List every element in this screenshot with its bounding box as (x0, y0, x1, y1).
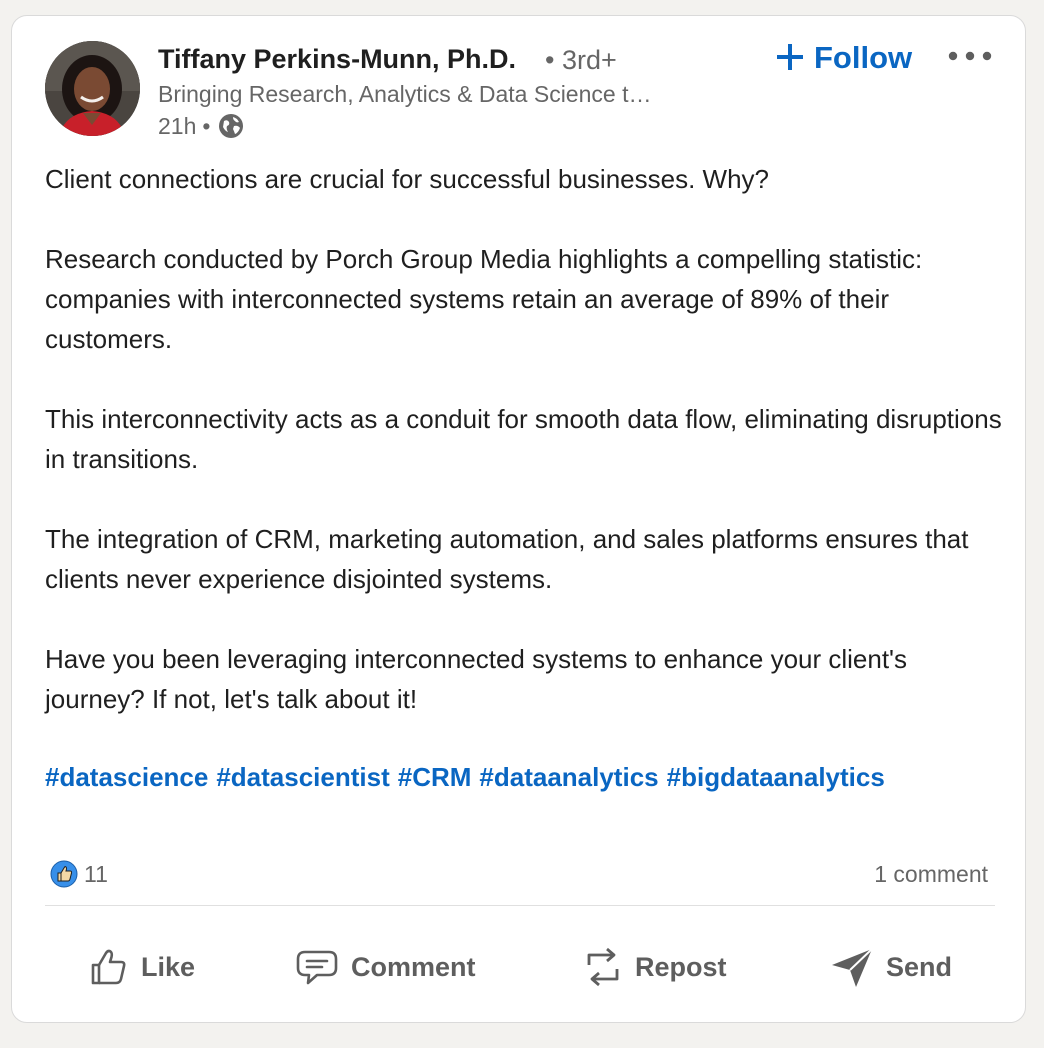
like-button[interactable]: Like (89, 943, 195, 991)
author-name[interactable]: Tiffany Perkins-Munn, Ph.D. (158, 44, 516, 75)
repost-button[interactable]: Repost (583, 943, 727, 991)
like-reaction-icon (50, 860, 78, 888)
follow-button[interactable]: Follow (777, 38, 912, 78)
post-paragraph: This interconnectivity acts as a conduit… (45, 404, 1002, 474)
post-paragraph: Client connections are crucial for succe… (45, 164, 769, 194)
hashtag-list: #datascience #datascientist #CRM #dataanaly… (45, 757, 893, 797)
reaction-count: 11 (84, 860, 108, 887)
author-headline: Bringing Research, Analytics & Data Scie… (158, 81, 652, 107)
send-button[interactable]: Send (830, 943, 952, 991)
post-card: Tiffany Perkins-Munn, Ph.D. • 3rd+ Bring… (11, 15, 1026, 1023)
post-paragraph: Research conducted by Porch Group Media … (45, 244, 923, 354)
comment-label: Comment (351, 951, 476, 982)
connection-degree: • 3rd+ (545, 45, 617, 75)
comments-count[interactable]: 1 comment (874, 859, 988, 889)
repost-label: Repost (635, 951, 727, 982)
post-meta: 21h • (158, 111, 245, 141)
hashtag-link[interactable]: #datascience (45, 762, 208, 792)
like-label: Like (141, 951, 196, 982)
author-avatar[interactable] (45, 41, 140, 136)
reactions-summary[interactable]: 11 (50, 859, 108, 889)
hashtag-link[interactable]: #CRM (398, 762, 472, 792)
meta-separator: • (202, 112, 211, 139)
thumbs-up-icon (91, 949, 126, 985)
post-body: Client connections are crucial for succe… (45, 159, 1005, 759)
hashtag-link[interactable]: #dataanalytics (479, 762, 658, 792)
send-label: Send (886, 951, 953, 982)
comment-button[interactable]: Comment (295, 943, 476, 991)
post-paragraph: Have you been leveraging interconnected … (45, 644, 908, 714)
plus-icon (777, 40, 803, 76)
post-paragraph: The integration of CRM, marketing automa… (45, 524, 969, 594)
follow-label: Follow (814, 40, 913, 75)
repost-icon (587, 947, 619, 987)
hashtag-link[interactable]: #datascientist (216, 762, 389, 792)
hashtag-link[interactable]: #bigdataanalytics (667, 762, 885, 792)
divider (45, 905, 995, 906)
comment-icon (296, 950, 338, 985)
post-time[interactable]: 21h (158, 113, 196, 140)
more-horizontal-icon[interactable] (947, 44, 993, 68)
globe-icon (217, 112, 245, 140)
send-icon (832, 948, 873, 987)
